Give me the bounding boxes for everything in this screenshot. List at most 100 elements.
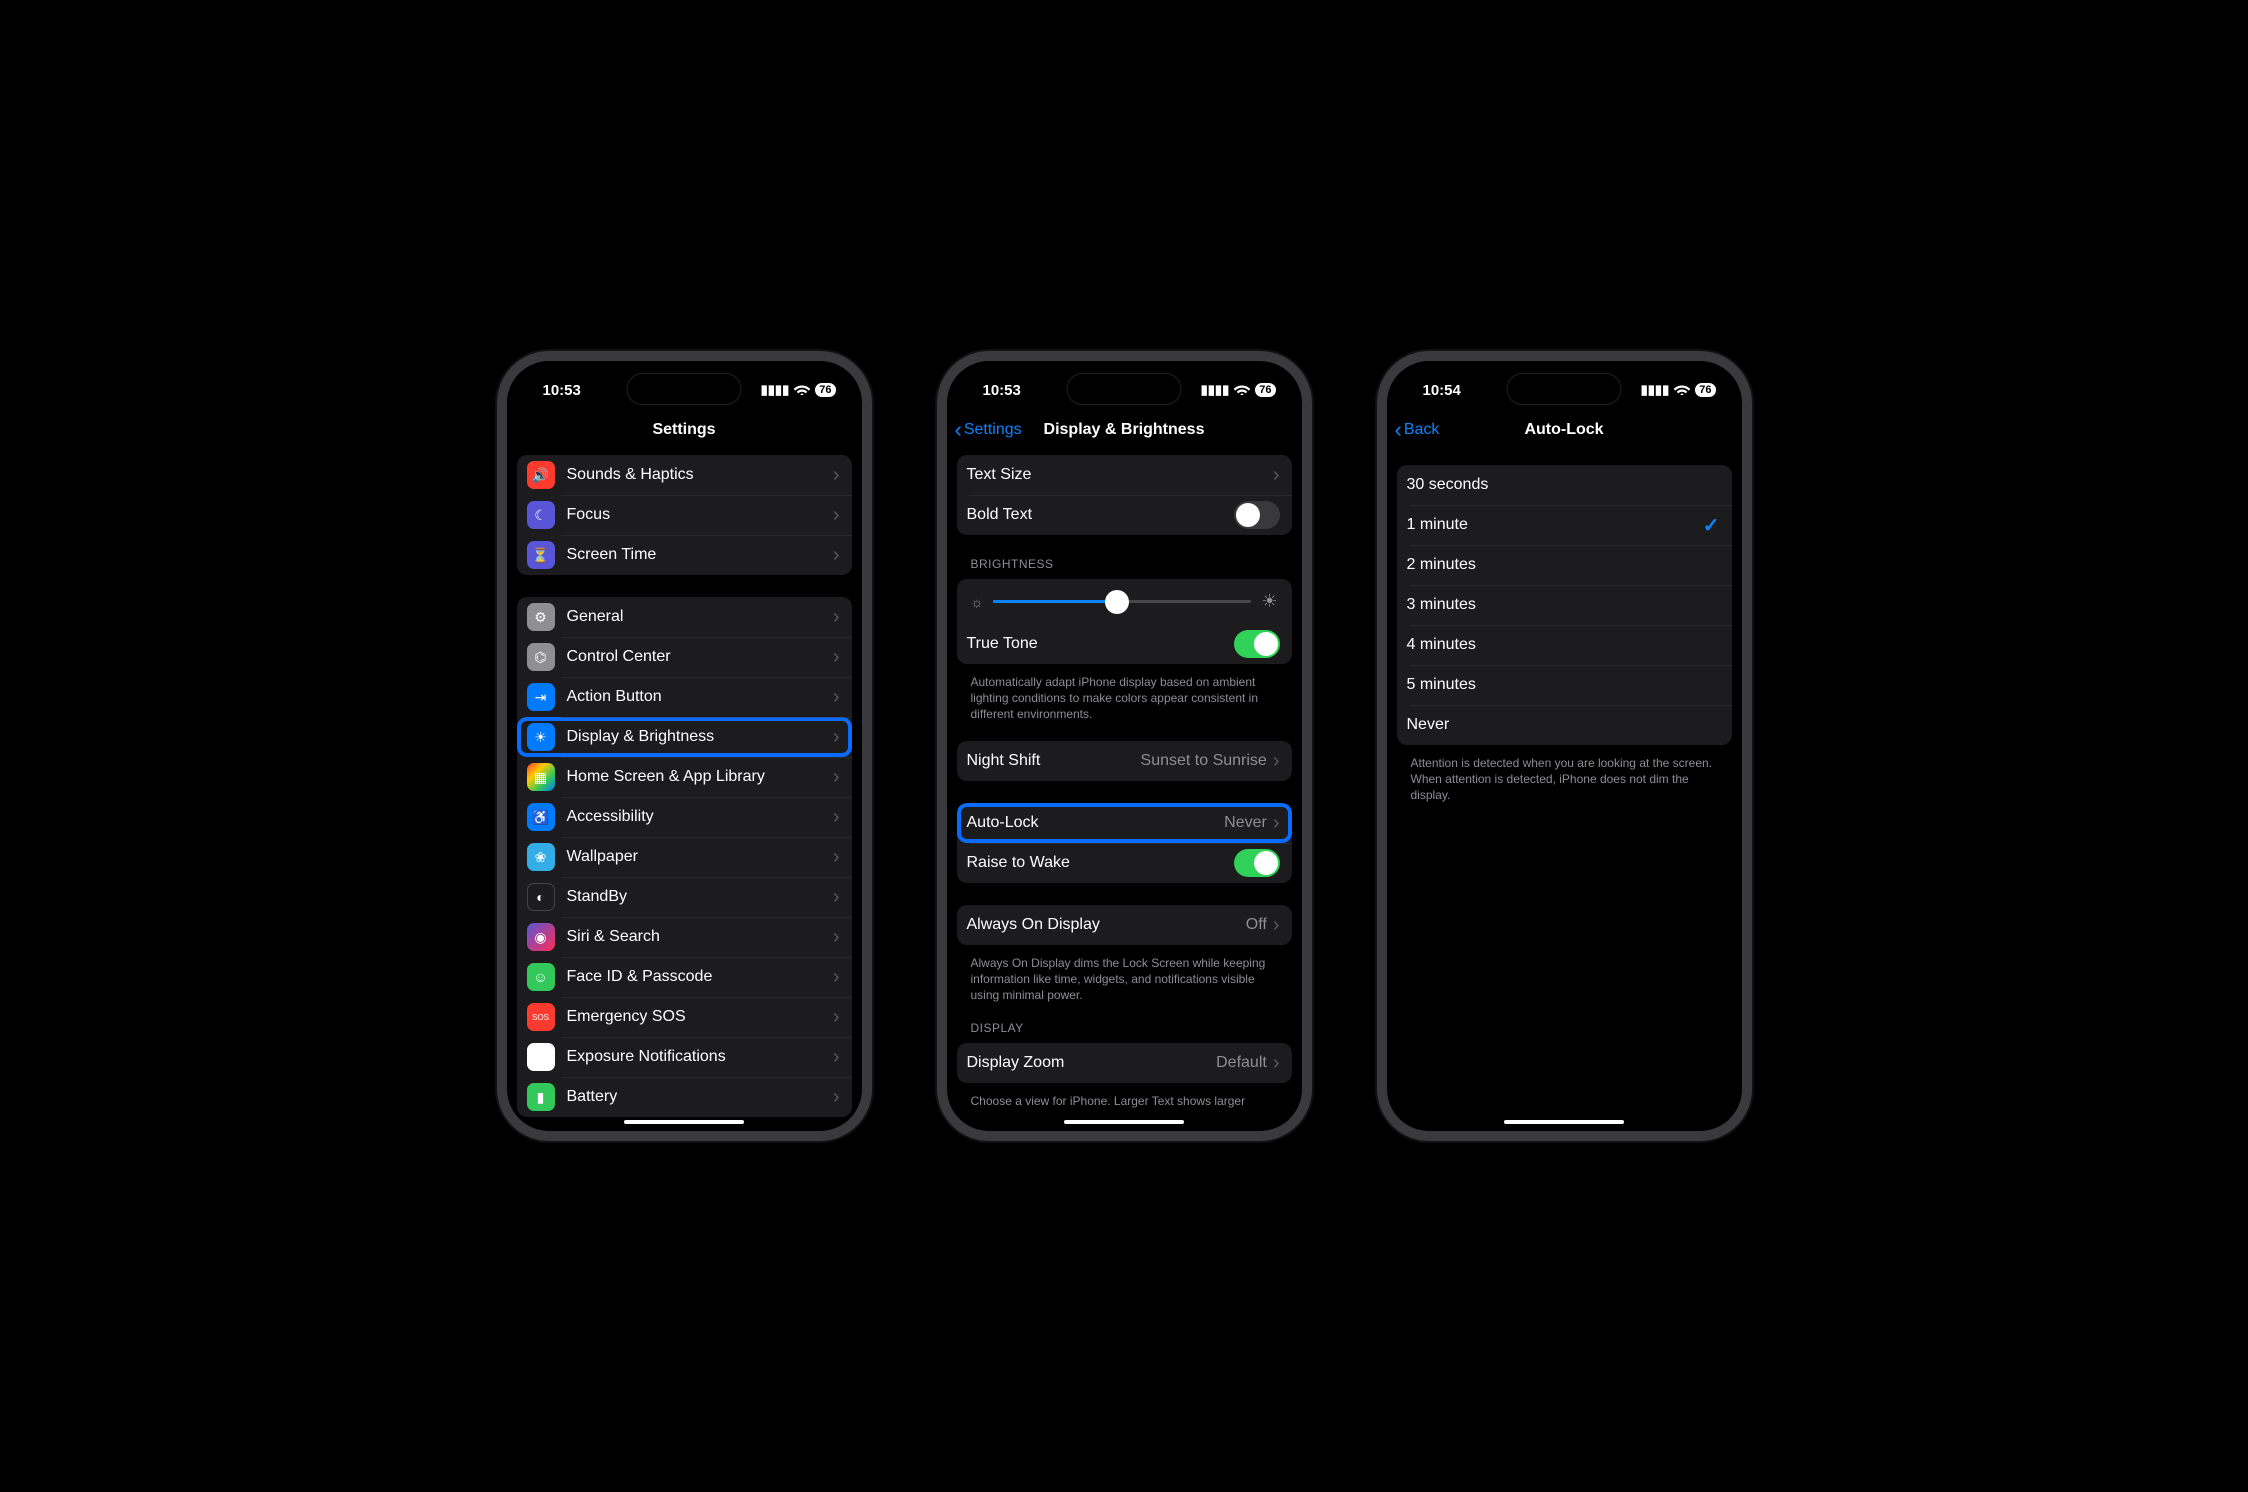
row-label: Face ID & Passcode [567,968,833,986]
display-scroll[interactable]: Text Size › Bold Text BRIGHTNESS ☼ ☀ Tru… [947,451,1302,1131]
wifi-icon [794,383,810,398]
row-label: Night Shift [967,752,1141,770]
settings-row-siri-search[interactable]: ◉Siri & Search› [517,917,852,957]
true-tone-toggle[interactable] [1234,630,1280,658]
dynamic-island [1507,373,1622,405]
cellular-icon: ▮▮▮▮ [761,382,790,398]
settings-row-battery[interactable]: ▮ Battery› [517,1077,852,1117]
autolock-scroll[interactable]: 30 seconds 1 minute✓ 2 minutes 3 minutes4 m… [1387,451,1742,1131]
switches-icon: ⌬ [527,643,555,671]
sun-max-icon: ☀ [1261,591,1277,612]
row-label: Control Center [567,648,833,666]
chevron-right-icon: › [833,927,840,947]
chevron-right-icon: › [833,545,840,565]
text-size-row[interactable]: Text Size › [957,455,1292,495]
display-zoom-row[interactable]: Display Zoom Default › [957,1043,1292,1083]
chevron-right-icon: › [1273,1053,1280,1073]
chevron-right-icon: › [1273,751,1280,771]
option-label: 1 minute [1407,516,1703,534]
settings-row-standby[interactable]: ◐StandBy› [517,877,852,917]
page-title: Display & Brightness [1044,421,1205,439]
true-tone-row[interactable]: True Tone [957,624,1292,664]
row-label: Action Button [567,688,833,706]
nav-bar: Settings [507,409,862,451]
row-label: Accessibility [567,808,833,826]
checkmark-icon: ✓ [1703,513,1720,538]
battery-icon: 76 [1255,383,1275,397]
action-icon: ⇥ [527,683,555,711]
autolock-option-1-minute[interactable]: 1 minute✓ [1397,505,1732,545]
text-group: Text Size › Bold Text [957,455,1292,535]
zoom-footer: Choose a view for iPhone. Larger Text sh… [957,1093,1292,1109]
chevron-right-icon: › [1273,465,1280,485]
chevron-right-icon: › [833,967,840,987]
night-shift-group: Night Shift Sunset to Sunrise › [957,741,1292,781]
auto-lock-row[interactable]: Auto-Lock Never › [957,803,1292,843]
bold-text-toggle[interactable] [1234,501,1280,529]
option-label: 2 minutes [1407,556,1720,574]
brightness-group: ☼ ☀ True Tone [957,579,1292,664]
night-shift-row[interactable]: Night Shift Sunset to Sunrise › [957,741,1292,781]
row-label: Battery [567,1088,833,1106]
raise-to-wake-toggle[interactable] [1234,849,1280,877]
accessibility-icon: ♿ [527,803,555,831]
row-label: Display & Brightness [567,728,833,746]
settings-scroll[interactable]: 🔊Sounds & Haptics›☾Focus›⏳Screen Time› ⚙… [507,451,862,1131]
chevron-right-icon: › [833,647,840,667]
settings-group-2: ⚙General›⌬Control Center›⇥Action Button›… [517,597,852,1117]
autolock-option-3-minutes[interactable]: 3 minutes [1397,585,1732,625]
phone-settings: 10:53 ▮▮▮▮ 76 Settings 🔊Sounds & Haptics… [497,351,872,1141]
row-label: Raise to Wake [967,854,1234,872]
option-label: 5 minutes [1407,676,1720,694]
back-label: Settings [964,421,1022,439]
always-on-row[interactable]: Always On Display Off › [957,905,1292,945]
settings-row-action-button[interactable]: ⇥Action Button› [517,677,852,717]
hourglass-icon: ⏳ [527,541,555,569]
autolock-option-2-minutes[interactable]: 2 minutes [1397,545,1732,585]
row-value: Off [1246,916,1267,934]
settings-row-display-brightness[interactable]: ☀Display & Brightness› [517,717,852,757]
chevron-left-icon: ‹ [955,419,962,441]
autolock-options: 30 seconds 1 minute✓ 2 minutes 3 minutes4 m… [1397,465,1732,745]
home-indicator[interactable] [1504,1120,1624,1124]
settings-row-screen-time[interactable]: ⏳Screen Time› [517,535,852,575]
brightness-header: BRIGHTNESS [957,557,1292,575]
status-time: 10:53 [983,382,1021,399]
home-indicator[interactable] [624,1120,744,1124]
sos-icon: SOS [527,1003,555,1031]
row-label: True Tone [967,635,1234,653]
brightness-slider[interactable] [993,600,1251,603]
brightness-slider-row[interactable]: ☼ ☀ [957,579,1292,624]
row-label: Wallpaper [567,848,833,866]
settings-row-emergency-sos[interactable]: SOSEmergency SOS› [517,997,852,1037]
settings-row-face-id-passcode[interactable]: ☺Face ID & Passcode› [517,957,852,997]
settings-row-exposure-notifications[interactable]: ✲Exposure Notifications› [517,1037,852,1077]
autolock-option-never[interactable]: Never [1397,705,1732,745]
row-label: StandBy [567,888,833,906]
raise-to-wake-row[interactable]: Raise to Wake [957,843,1292,883]
settings-row-accessibility[interactable]: ♿ Accessibility› [517,797,852,837]
settings-row-control-center[interactable]: ⌬ Control Center› [517,637,852,677]
autolock-option-4-minutes[interactable]: 4 minutes [1397,625,1732,665]
lock-group: Auto-Lock Never › Raise to Wake [957,803,1292,883]
bold-text-row[interactable]: Bold Text [957,495,1292,535]
chevron-right-icon: › [833,807,840,827]
back-button[interactable]: ‹ Settings [955,419,1022,441]
autolock-option-5-minutes[interactable]: 5 minutes [1397,665,1732,705]
back-button[interactable]: ‹ Back [1395,419,1440,441]
chevron-right-icon: › [833,1087,840,1107]
option-label: 30 seconds [1407,476,1720,494]
sun-min-icon: ☼ [971,594,984,610]
siri-icon: ◉ [527,923,555,951]
autolock-option-30-seconds[interactable]: 30 seconds [1397,465,1732,505]
row-label: Focus [567,506,833,524]
settings-row-sounds-haptics[interactable]: 🔊Sounds & Haptics› [517,455,852,495]
battery-icon: ▮ [527,1083,555,1111]
settings-row-home-screen-app-library[interactable]: ▦Home Screen & App Library› [517,757,852,797]
chevron-right-icon: › [833,727,840,747]
home-indicator[interactable] [1064,1120,1184,1124]
settings-row-general[interactable]: ⚙General› [517,597,852,637]
row-label: Always On Display [967,916,1246,934]
settings-row-wallpaper[interactable]: ❀Wallpaper› [517,837,852,877]
settings-row-focus[interactable]: ☾Focus› [517,495,852,535]
